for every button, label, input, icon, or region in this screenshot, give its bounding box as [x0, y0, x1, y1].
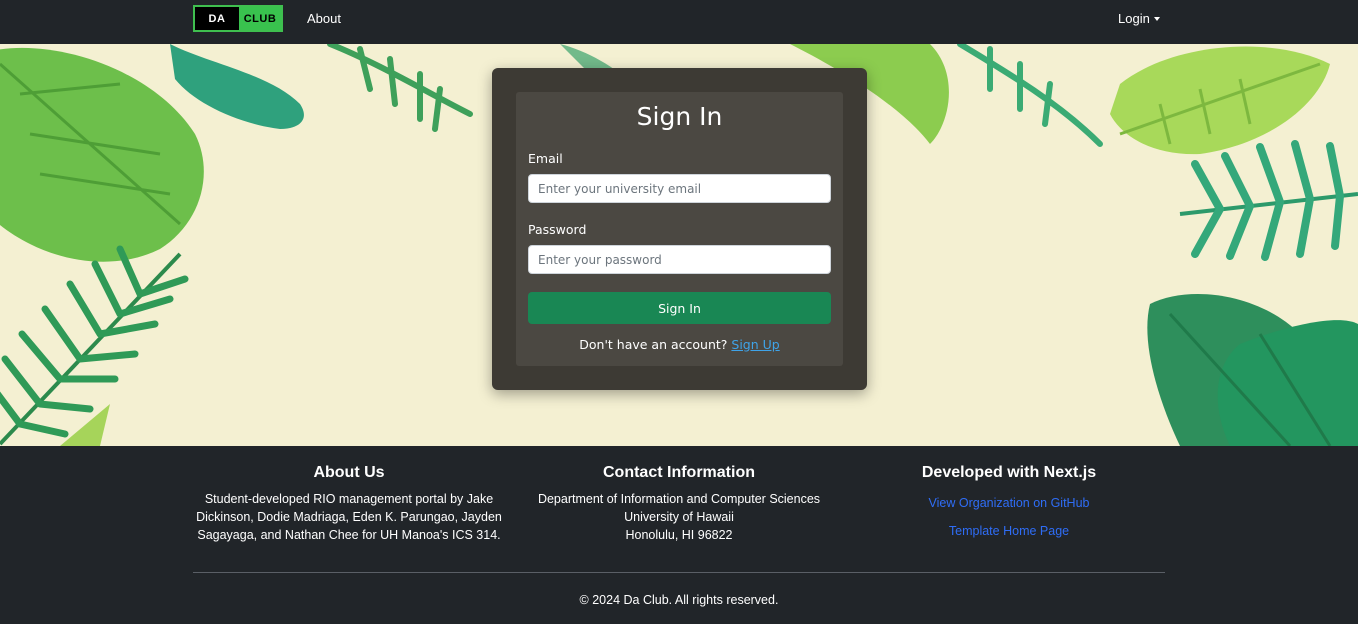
logo-da-text: DA — [195, 7, 239, 30]
navbar: DA CLUB About Login — [0, 0, 1358, 44]
nav-about-link[interactable]: About — [307, 11, 341, 26]
template-home-link[interactable]: Template Home Page — [853, 524, 1165, 538]
login-dropdown[interactable]: Login — [1118, 11, 1160, 26]
signup-prompt: Don't have an account? Sign Up — [516, 337, 843, 352]
github-link[interactable]: View Organization on GitHub — [853, 496, 1165, 510]
contact-address: Honolulu, HI 96822 — [625, 528, 733, 542]
password-field[interactable] — [528, 245, 831, 274]
footer-developed-heading: Developed with Next.js — [921, 464, 1097, 481]
footer-developed-section: Developed with Next.js View Organization… — [853, 464, 1165, 538]
footer-divider — [193, 572, 1165, 573]
signup-link[interactable]: Sign Up — [731, 337, 779, 352]
email-label: Email — [528, 151, 563, 166]
login-label: Login — [1118, 11, 1150, 26]
copyright-text: © 2024 Da Club. All rights reserved. — [579, 593, 779, 607]
email-field[interactable] — [528, 174, 831, 203]
footer-contact-heading: Contact Information — [603, 464, 755, 481]
no-account-text: Don't have an account? — [579, 337, 728, 352]
contact-university: University of Hawaii — [624, 510, 734, 524]
signin-button[interactable]: Sign In — [528, 292, 831, 324]
da-club-logo[interactable]: DA CLUB — [193, 5, 283, 32]
footer-about-section: About Us Student-developed RIO managemen… — [193, 464, 505, 544]
footer-about-heading: About Us — [313, 464, 385, 481]
caret-down-icon — [1153, 17, 1160, 21]
footer-about-text: Student-developed RIO management portal … — [196, 492, 502, 542]
signin-title: Sign In — [636, 102, 723, 131]
footer: About Us Student-developed RIO managemen… — [0, 446, 1358, 624]
footer-contact-section: Contact Information Department of Inform… — [519, 464, 839, 544]
contact-department: Department of Information and Computer S… — [537, 492, 821, 506]
logo-club-text: CLUB — [239, 7, 281, 30]
password-label: Password — [528, 222, 587, 237]
